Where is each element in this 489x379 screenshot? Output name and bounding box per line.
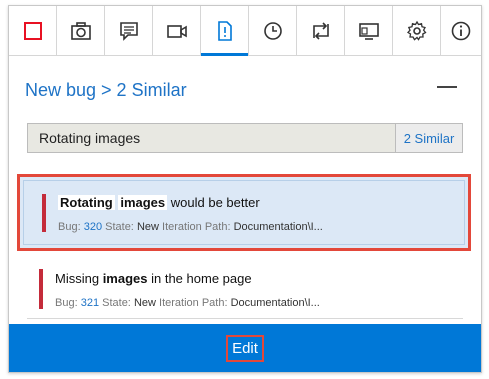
settings-button[interactable]	[393, 6, 441, 55]
screenshot-button[interactable]	[57, 6, 105, 55]
bug-button[interactable]	[201, 6, 249, 56]
selection-outline	[23, 180, 465, 245]
bug-type-bar	[39, 269, 43, 309]
toolbar	[9, 6, 481, 56]
minimize-button[interactable]	[437, 86, 457, 88]
stop-record-button[interactable]	[9, 6, 57, 55]
gear-icon	[406, 20, 426, 41]
switch-icon	[312, 21, 329, 40]
camera-icon	[70, 21, 91, 40]
list-item[interactable]: Rotating images would be better Bug: 320…	[17, 174, 471, 251]
info-icon	[451, 21, 471, 40]
video-icon	[166, 24, 187, 38]
switch-button[interactable]	[297, 6, 345, 55]
divider	[27, 318, 463, 319]
match-highlight: images	[118, 195, 168, 210]
search-input[interactable]: Rotating images 2 Similar	[27, 123, 463, 153]
history-button[interactable]	[249, 6, 297, 55]
list-item[interactable]: Missing images in the home page Bug: 321…	[17, 261, 471, 319]
device-icon	[358, 22, 379, 40]
item-title: Rotating images would be better	[58, 195, 260, 210]
match-highlight: Rotating	[58, 195, 115, 210]
item-title: Missing images in the home page	[55, 271, 252, 286]
bug-icon	[217, 20, 232, 41]
video-button[interactable]	[153, 6, 201, 55]
note-icon	[119, 21, 138, 41]
similar-count-badge[interactable]: 2 Similar	[395, 124, 462, 152]
item-meta: Bug: 320 State: New Iteration Path: Docu…	[58, 221, 323, 233]
device-button[interactable]	[345, 6, 393, 55]
bug-id-link[interactable]: 321	[81, 297, 99, 309]
note-button[interactable]	[105, 6, 153, 55]
item-meta: Bug: 321 State: New Iteration Path: Docu…	[55, 297, 320, 309]
page-title: New bug > 2 Similar	[25, 80, 187, 100]
bug-type-bar	[42, 194, 46, 232]
info-button[interactable]	[441, 6, 481, 55]
match-highlight: images	[102, 271, 148, 286]
search-value: Rotating images	[39, 130, 141, 146]
clock-icon	[263, 21, 282, 40]
bug-id-link[interactable]: 320	[84, 221, 102, 233]
footer-bar: Edit	[9, 324, 481, 372]
bug-panel: New bug > 2 Similar Rotating images 2 Si…	[8, 5, 482, 373]
stop-record-icon	[23, 21, 42, 40]
edit-button[interactable]: Edit	[226, 334, 264, 362]
